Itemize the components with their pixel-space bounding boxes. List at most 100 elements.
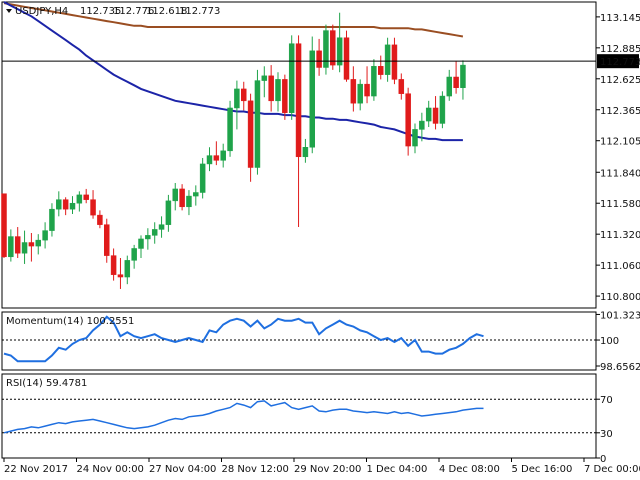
- momentum-tick-label: 100: [600, 336, 619, 347]
- rsi-tick-label: 30: [600, 429, 613, 440]
- candle-body: [247, 100, 254, 168]
- candle-body: [131, 248, 137, 261]
- momentum-panel: 101.3236 100 98.6562 Momentum(14) 100.2551: [1, 310, 640, 373]
- candle-body: [391, 44, 398, 80]
- candle-body: [241, 88, 247, 102]
- candle-body: [453, 76, 459, 88]
- candle-body: [357, 83, 363, 104]
- candle-body: [405, 93, 411, 147]
- candle-body: [49, 208, 55, 231]
- price-tick-label: 112.105: [600, 137, 640, 148]
- candle-body: [179, 188, 185, 208]
- chart-svg: 113.145 112.885 112.625 112.365 112.105 111.8…: [1, 1, 640, 475]
- momentum-tick-label: 101.3236: [600, 310, 640, 321]
- candle-body: [234, 88, 240, 109]
- candle-body: [302, 147, 309, 158]
- candle-body: [288, 43, 295, 113]
- momentum-tick-label: 98.6562: [600, 362, 640, 373]
- candle-body: [97, 214, 103, 225]
- time-tick-label: 7 Dec 00:00: [584, 464, 640, 475]
- candle-body: [56, 199, 62, 210]
- candle-body: [158, 224, 165, 230]
- candle-body: [268, 75, 274, 102]
- candle-body: [69, 202, 76, 210]
- candle-body: [254, 80, 261, 168]
- candle-body: [371, 66, 377, 97]
- candle-body: [90, 199, 96, 216]
- candle-body: [14, 236, 21, 254]
- candle-body: [364, 83, 370, 97]
- candle-body: [110, 255, 117, 275]
- candle-body: [419, 120, 425, 130]
- candle-body: [282, 79, 288, 113]
- time-tick-label: 4 Dec 08:00: [439, 464, 500, 475]
- rsi-title: RSI(14) 59.4781: [6, 378, 87, 389]
- price-tick-label: 111.840: [600, 168, 640, 179]
- candle-body: [124, 260, 131, 278]
- candle-body: [378, 66, 384, 75]
- candle-body: [227, 107, 233, 152]
- price-tick-label: 111.060: [600, 261, 640, 272]
- rsi-tick-label: 70: [600, 395, 613, 406]
- candle-body: [151, 229, 158, 236]
- time-axis: 22 Nov 2017 24 Nov 00:00 27 Nov 04:00 28 No…: [3, 458, 640, 475]
- candle-body: [213, 155, 220, 161]
- candle-body: [330, 30, 336, 66]
- candle-body: [425, 107, 432, 122]
- time-tick-label: 27 Nov 04:00: [149, 464, 216, 475]
- candle-body: [83, 194, 89, 200]
- candle-body: [261, 75, 268, 81]
- candle-body: [295, 43, 302, 158]
- candle-body: [172, 188, 178, 202]
- candle-body: [138, 238, 144, 249]
- symbol-title: USDJPY,H4: [15, 6, 68, 17]
- candle-body: [275, 79, 281, 102]
- candle-body: [460, 64, 466, 88]
- candle-body: [206, 155, 213, 165]
- candle-body: [398, 79, 405, 94]
- candle-body: [186, 195, 192, 208]
- candle-body: [384, 44, 391, 75]
- ohlc-value: 112.773: [179, 6, 220, 17]
- candle-body: [35, 239, 41, 247]
- time-tick-label: 22 Nov 2017: [4, 464, 68, 475]
- candle-body: [193, 192, 199, 197]
- candle-body: [165, 200, 172, 225]
- momentum-title: Momentum(14) 100.2551: [6, 316, 134, 327]
- last-price-label: 112.773: [600, 57, 640, 68]
- candle-body: [343, 37, 350, 80]
- candle-body: [323, 30, 329, 68]
- time-tick-label: 1 Dec 04:00: [367, 464, 428, 475]
- candle-body: [8, 236, 14, 258]
- candle-body: [439, 95, 446, 124]
- time-tick-label: 28 Nov 12:00: [222, 464, 289, 475]
- candle-body: [21, 242, 28, 254]
- candle-body: [104, 224, 110, 256]
- rsi-panel: 70300RSI(14) 59.4781: [1, 373, 613, 465]
- chart-root: 113.145 112.885 112.625 112.365 112.105 111.8…: [0, 0, 640, 480]
- candle-body: [316, 50, 322, 68]
- price-tick-label: 111.580: [600, 199, 640, 210]
- candle-body: [42, 230, 48, 241]
- price-tick-label: 112.625: [600, 75, 640, 86]
- candle-body: [62, 199, 69, 210]
- candle-body: [145, 235, 151, 240]
- candle-body: [28, 242, 35, 247]
- time-tick-label: 24 Nov 00:00: [77, 464, 144, 475]
- candle-body: [432, 107, 439, 124]
- price-tick-label: 112.885: [600, 44, 640, 55]
- candle-body: [350, 79, 357, 104]
- candle-body: [220, 150, 226, 161]
- price-tick-label: 111.320: [600, 230, 640, 241]
- price-tick-label: 113.145: [600, 13, 640, 24]
- candle-body: [412, 129, 418, 147]
- candle-body: [117, 274, 124, 278]
- candle-body: [1, 193, 7, 258]
- price-tick-label: 112.365: [600, 106, 640, 117]
- price-tick-label: 110.800: [600, 292, 640, 303]
- rsi-panel-frame: [1, 373, 597, 459]
- candle-body: [76, 194, 83, 204]
- candle-body: [309, 50, 315, 148]
- time-tick-label: 5 Dec 16:00: [512, 464, 573, 475]
- candle-body: [446, 76, 452, 97]
